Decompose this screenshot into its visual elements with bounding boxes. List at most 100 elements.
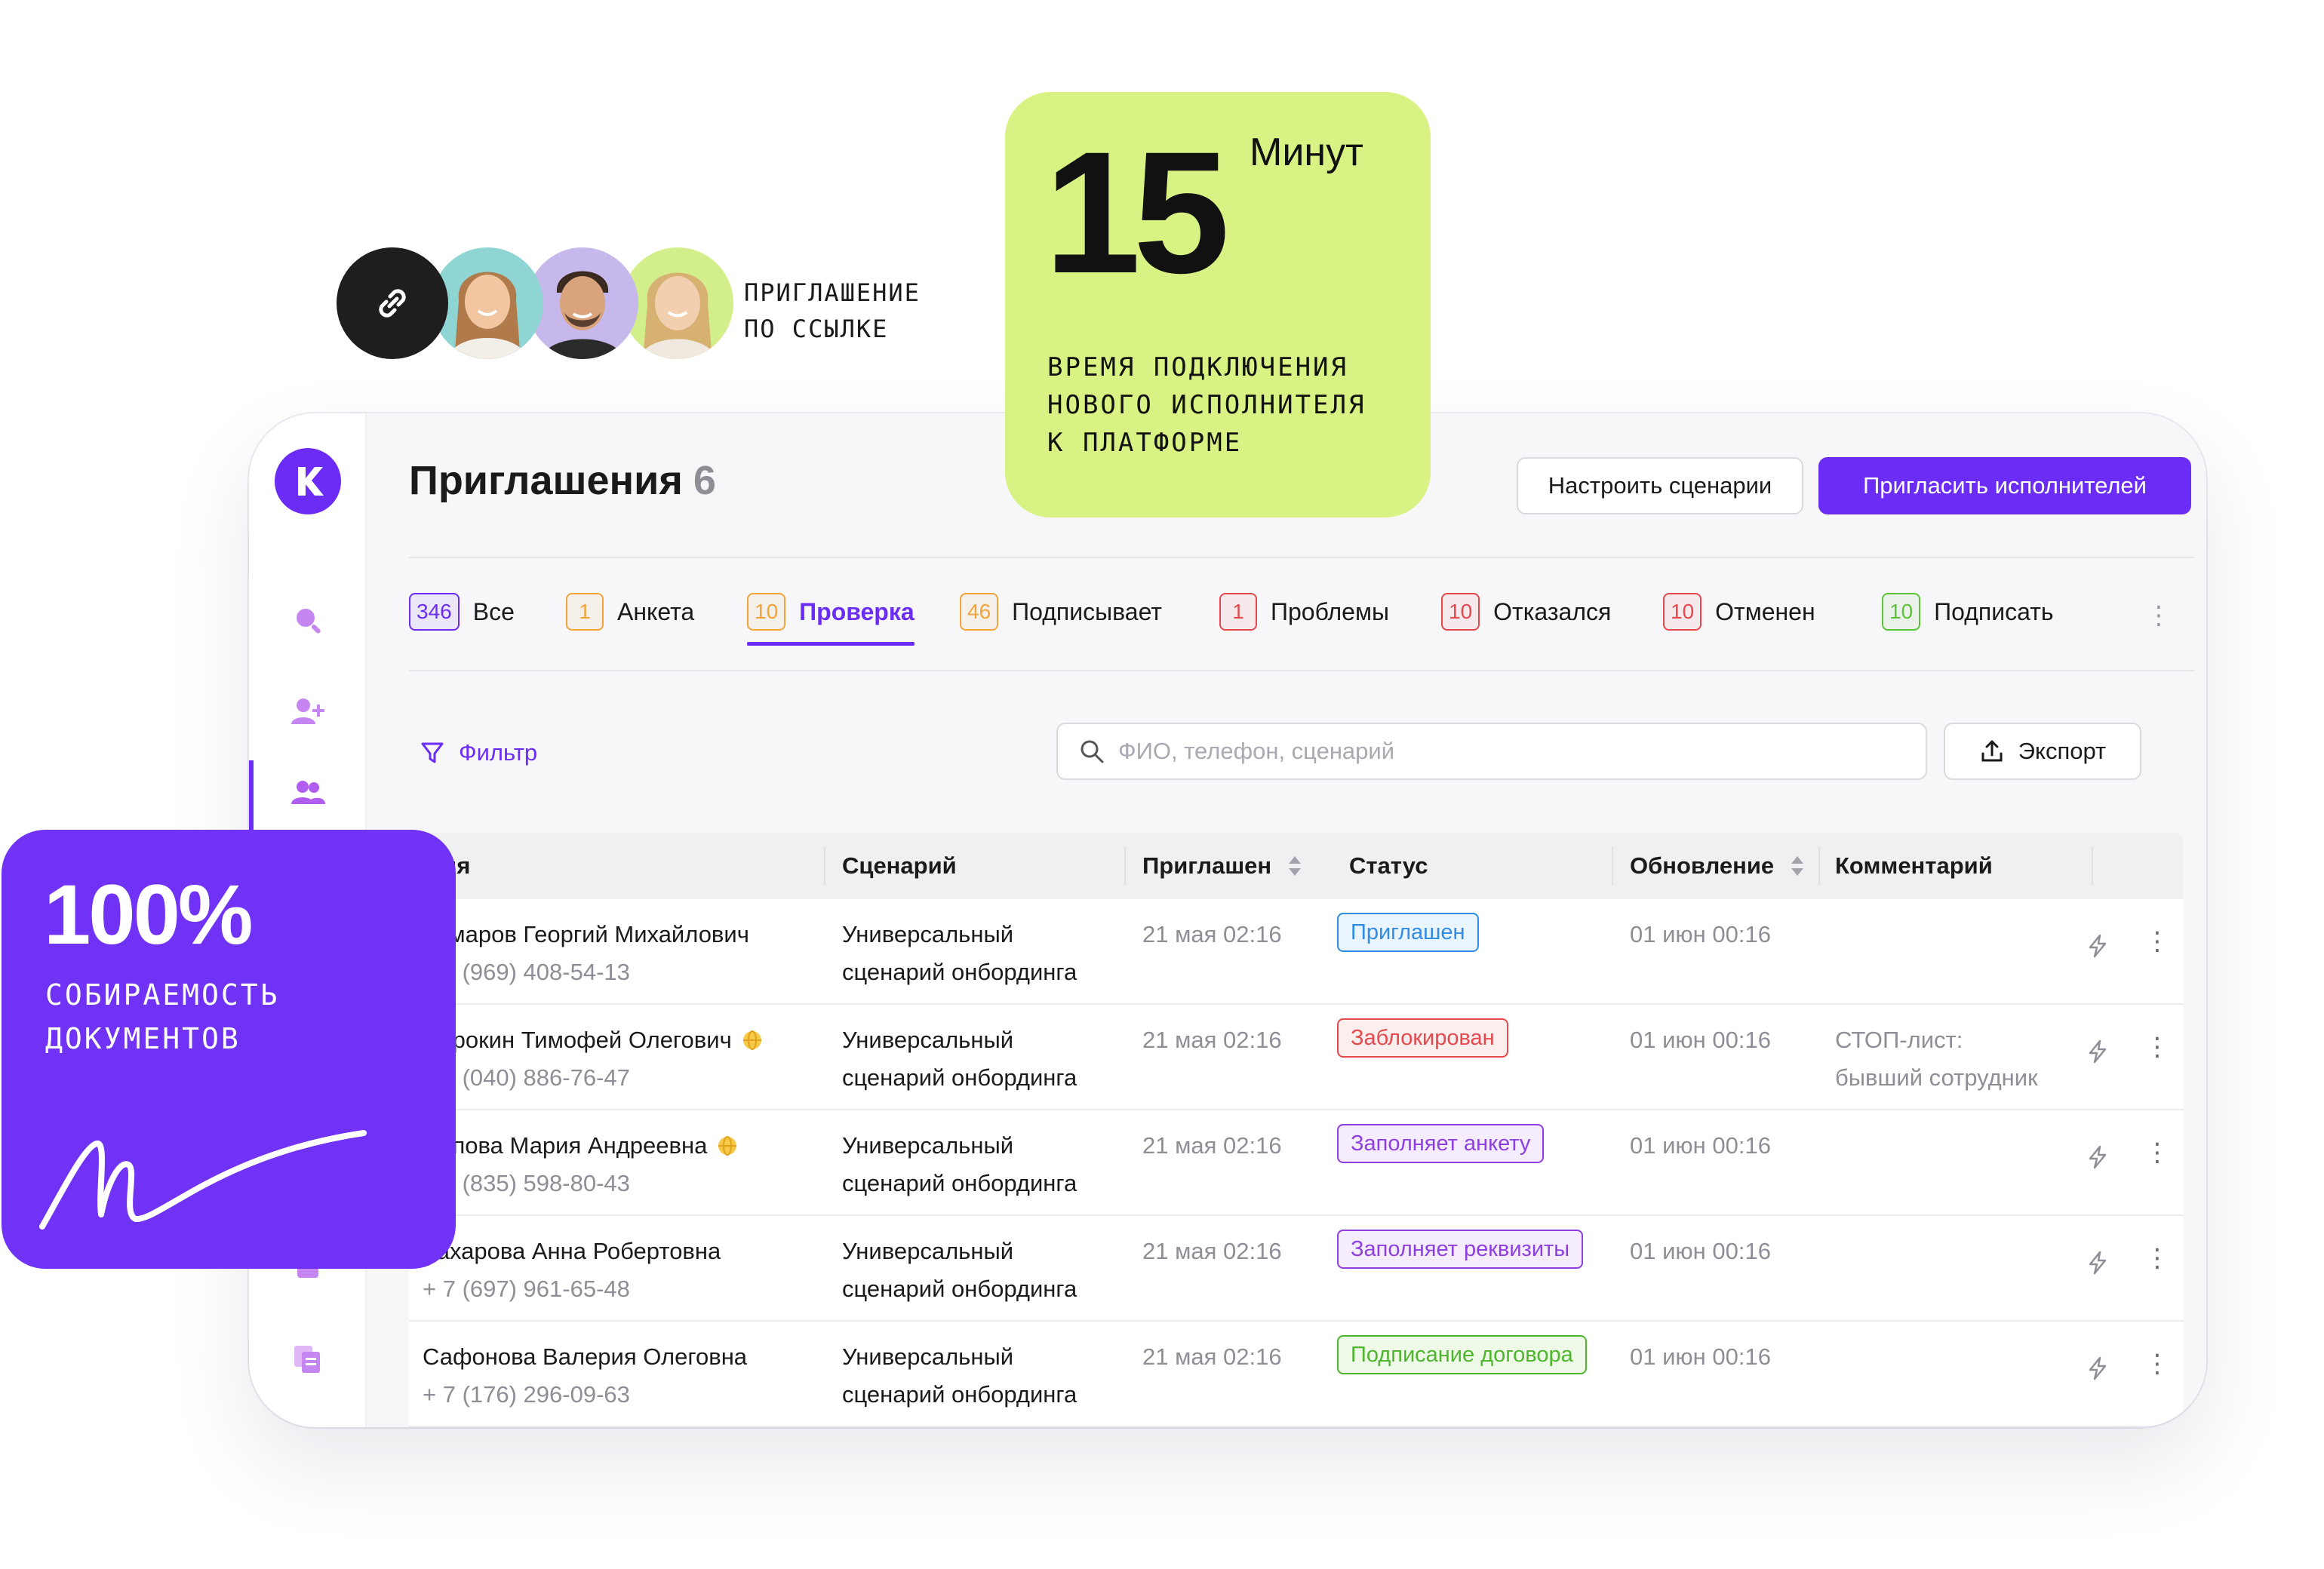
- performer-name[interactable]: Попова Мария Андреевна: [423, 1127, 707, 1165]
- updated-date: 01 июн 00:16: [1630, 1238, 1771, 1264]
- tab-problems[interactable]: 1 Проблемы: [1219, 593, 1389, 646]
- quick-action-icon[interactable]: [2083, 1248, 2113, 1278]
- quick-action-icon[interactable]: [2083, 1142, 2113, 1172]
- tab-to-sign[interactable]: 10 Подписать: [1882, 593, 2054, 646]
- filter-icon: [421, 742, 444, 763]
- search-icon[interactable]: [288, 600, 327, 640]
- globe-icon: [718, 1136, 737, 1156]
- tab-signing[interactable]: 46 Подписывает: [960, 593, 1162, 646]
- table-row[interactable]: Сорокин Тимофей Олегович + 7 (040) 886-7…: [409, 1005, 2184, 1110]
- performer-name-line: Комаров Георгий Михайлович: [423, 916, 749, 953]
- tab-cancelled[interactable]: 10 Отменен: [1663, 593, 1815, 646]
- sort-icon[interactable]: [1789, 854, 1806, 878]
- row-more-icon[interactable]: ⋮: [2144, 1243, 2170, 1273]
- export-icon: [1981, 740, 2003, 762]
- scenario-line: сценарий онбординга: [842, 959, 1077, 985]
- tab-label: Подписывает: [1012, 598, 1162, 625]
- connection-time-description: ВРЕМЯ ПОДКЛЮЧЕНИЯ НОВОГО ИСПОЛНИТЕЛЯ К П…: [1047, 352, 1366, 458]
- users-icon[interactable]: [288, 774, 327, 813]
- scenario-line: Универсальный: [842, 1132, 1014, 1159]
- scenario-line: сценарий онбординга: [842, 1276, 1077, 1302]
- column-header-label: Приглашен: [1142, 852, 1272, 879]
- search-field[interactable]: [1056, 723, 1927, 780]
- column-header-scenario[interactable]: Сценарий: [842, 833, 957, 899]
- copy-documents-icon[interactable]: [288, 1340, 327, 1379]
- tab-count-badge: 10: [1441, 593, 1480, 631]
- column-header-invited[interactable]: Приглашен: [1142, 833, 1303, 899]
- filter-button[interactable]: Фильтр: [420, 739, 537, 766]
- scenario-line: Универсальный: [842, 1238, 1014, 1264]
- page-title-text: Приглашения: [409, 458, 683, 503]
- performer-phone: + 7 (835) 598-80-43: [423, 1170, 630, 1196]
- row-more-icon[interactable]: ⋮: [2144, 1032, 2170, 1062]
- tabs-more-icon[interactable]: ⋮: [2146, 600, 2172, 631]
- row-more-icon[interactable]: ⋮: [2144, 1349, 2170, 1379]
- invite-performers-button[interactable]: Пригласить исполнителей: [1818, 457, 2191, 514]
- tab-review[interactable]: 10 Проверка: [747, 593, 915, 646]
- export-button[interactable]: Экспорт: [1944, 723, 2141, 780]
- filter-label: Фильтр: [459, 739, 538, 766]
- quick-action-icon[interactable]: [2083, 931, 2113, 961]
- tab-count-badge: 10: [747, 593, 786, 631]
- performer-name-line: Захарова Анна Робертовна: [423, 1233, 721, 1270]
- performer-name[interactable]: Захарова Анна Робертовна: [423, 1233, 721, 1270]
- scenario-cell: Универсальный сценарий онбординга: [842, 916, 1077, 991]
- scenario-cell: Универсальный сценарий онбординга: [842, 1233, 1077, 1308]
- tabs-divider: [409, 670, 2194, 671]
- search-icon: [1081, 740, 1104, 763]
- column-divider: [824, 846, 825, 886]
- table-body: Комаров Георгий Михайлович + 7 (969) 408…: [409, 899, 2184, 1427]
- avatar: [527, 247, 638, 359]
- name-cell: Комаров Георгий Михайлович + 7 (969) 408…: [423, 916, 749, 991]
- performer-phone: + 7 (176) 296-09-63: [423, 1381, 630, 1408]
- performer-name[interactable]: Сорокин Тимофей Олегович: [423, 1021, 732, 1059]
- performer-name[interactable]: Комаров Георгий Михайлович: [423, 916, 749, 953]
- column-header-status[interactable]: Статус: [1349, 833, 1428, 899]
- updated-date: 01 июн 00:16: [1630, 1343, 1771, 1370]
- table-row[interactable]: Комаров Георгий Михайлович + 7 (969) 408…: [409, 899, 2184, 1005]
- quick-action-icon[interactable]: [2083, 1036, 2113, 1067]
- quick-action-icon[interactable]: [2083, 1353, 2113, 1383]
- sort-icon[interactable]: [1286, 854, 1303, 878]
- scenario-line: сценарий онбординга: [842, 1381, 1077, 1408]
- invited-date: 21 мая 02:16: [1142, 1027, 1282, 1053]
- column-header-updated[interactable]: Обновление: [1630, 833, 1806, 899]
- column-divider: [1818, 846, 1820, 886]
- status-badge: Заполняет анкету: [1337, 1124, 1545, 1163]
- search-input[interactable]: [1118, 738, 1873, 765]
- tab-label: Все: [472, 598, 515, 625]
- row-more-icon[interactable]: ⋮: [2144, 1138, 2170, 1168]
- scenario-line: сценарий онбординга: [842, 1064, 1077, 1091]
- performer-name-line: Попова Мария Андреевна: [423, 1127, 739, 1165]
- avatar: [432, 247, 543, 359]
- table-row[interactable]: Захарова Анна Робертовна + 7 (697) 961-6…: [409, 1216, 2184, 1322]
- tab-questionnaire[interactable]: 1 Анкета: [566, 593, 694, 646]
- performer-name-line: Сорокин Тимофей Олегович: [423, 1021, 764, 1059]
- table-header: Имя Сценарий Приглашен Статус Обновление…: [409, 833, 2184, 899]
- row-more-icon[interactable]: ⋮: [2144, 926, 2170, 956]
- performer-name[interactable]: Сафонова Валерия Олеговна: [423, 1338, 747, 1376]
- scenario-line: сценарий онбординга: [842, 1170, 1077, 1196]
- table-row[interactable]: Сафонова Валерия Олеговна + 7 (176) 296-…: [409, 1322, 2184, 1427]
- name-cell: Захарова Анна Робертовна + 7 (697) 961-6…: [423, 1233, 721, 1308]
- add-user-icon[interactable]: [288, 692, 327, 732]
- name-cell: Попова Мария Андреевна + 7 (835) 598-80-…: [423, 1127, 739, 1202]
- performer-phone: + 7 (040) 886-76-47: [423, 1064, 630, 1091]
- invitations-count: 6: [693, 458, 716, 503]
- comment-line: СТОП-лист:: [1835, 1027, 1963, 1053]
- logo-icon[interactable]: [275, 448, 341, 514]
- comment-cell: СТОП-лист: бывший сотрудник: [1835, 1021, 2038, 1097]
- tab-declined[interactable]: 10 Отказался: [1441, 593, 1611, 646]
- tab-all[interactable]: 346 Все: [409, 593, 515, 646]
- scenario-line: Универсальный: [842, 921, 1014, 947]
- signature-icon: [39, 1130, 367, 1230]
- configure-scenarios-button[interactable]: Настроить сценарии: [1517, 457, 1803, 514]
- invitations-table: Имя Сценарий Приглашен Статус Обновление…: [409, 833, 2184, 1427]
- tab-label: Проблемы: [1271, 598, 1389, 625]
- invited-date: 21 мая 02:16: [1142, 1238, 1282, 1264]
- table-row[interactable]: Попова Мария Андреевна + 7 (835) 598-80-…: [409, 1110, 2184, 1216]
- tab-count-badge: 346: [409, 593, 460, 631]
- column-header-label: Сценарий: [842, 852, 957, 879]
- column-header-comment[interactable]: Комментарий: [1835, 833, 1993, 899]
- column-divider: [2092, 846, 2093, 886]
